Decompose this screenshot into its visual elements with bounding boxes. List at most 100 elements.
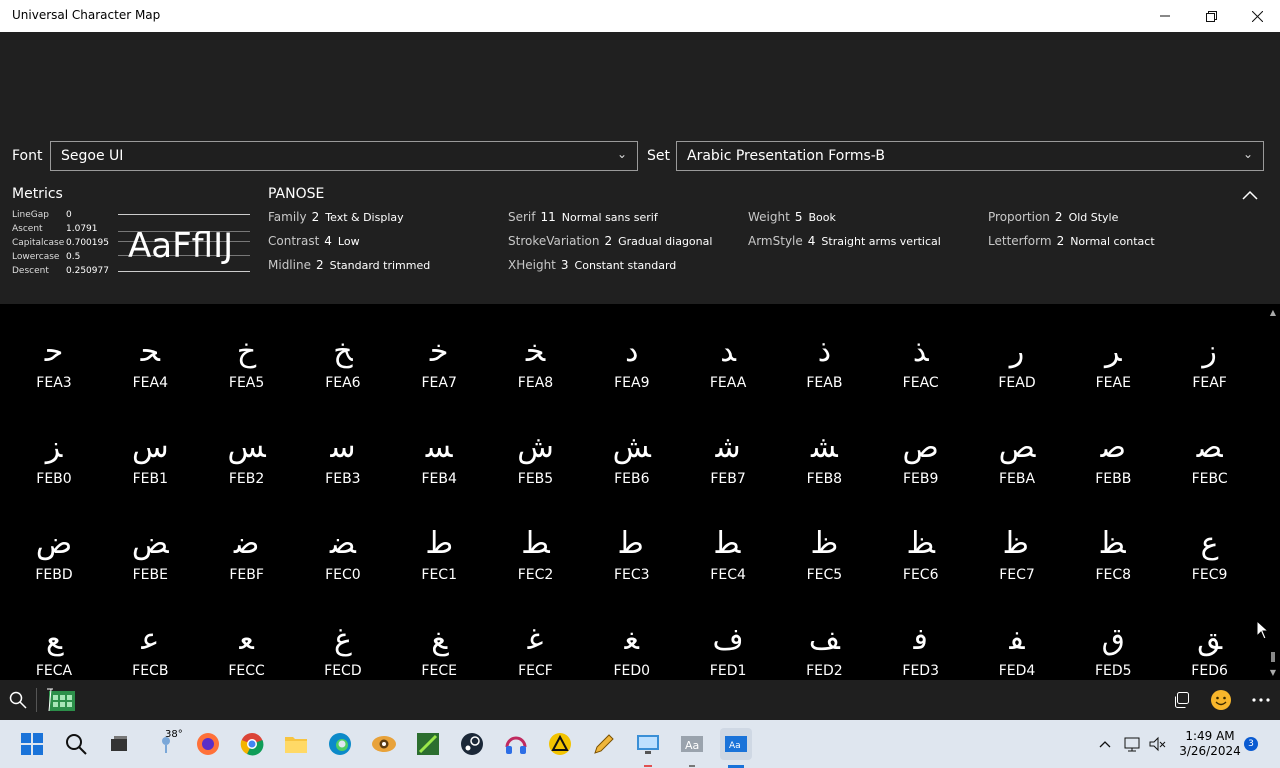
character-map-icon xyxy=(47,688,75,712)
character-cell[interactable]: ﺮ FEAE xyxy=(1065,306,1161,402)
scrollbar-thumb[interactable] xyxy=(1271,652,1275,662)
character-glyph: ﻁ xyxy=(425,526,454,561)
file-explorer-button[interactable] xyxy=(280,728,312,760)
scroll-down-icon[interactable]: ▼ xyxy=(1266,666,1280,680)
network-icon xyxy=(1124,737,1140,752)
app-eye-button[interactable] xyxy=(368,728,400,760)
character-cell[interactable]: ﻍ FECD xyxy=(295,594,391,680)
character-cell[interactable]: ﺭ FEAD xyxy=(969,306,1065,402)
character-cell[interactable]: ﺿ FEBF xyxy=(199,498,295,594)
pencil-app-button[interactable] xyxy=(588,728,620,760)
minimize-button[interactable] xyxy=(1142,0,1188,32)
character-cell[interactable]: ﺻ FEBB xyxy=(1065,402,1161,498)
character-cell[interactable]: ﺫ FEAB xyxy=(776,306,872,402)
character-cell[interactable]: ﺬ FEAC xyxy=(873,306,969,402)
character-cell[interactable]: ﻕ FED5 xyxy=(1065,594,1161,680)
character-cell[interactable]: ﺦ FEA6 xyxy=(295,306,391,402)
app-triangle-button[interactable] xyxy=(544,728,576,760)
character-cell[interactable]: ﻉ FEC9 xyxy=(1162,498,1258,594)
character-cell[interactable]: ﺯ FEAF xyxy=(1162,306,1258,402)
character-cell[interactable]: ﻃ FEC3 xyxy=(584,498,680,594)
clock[interactable]: 1:49 AM 3/26/2024 xyxy=(1170,729,1250,759)
edge-button[interactable] xyxy=(324,728,356,760)
task-view-button[interactable] xyxy=(103,728,135,760)
character-cell[interactable]: ﻖ FED6 xyxy=(1162,594,1258,680)
character-cell[interactable]: ﻊ FECA xyxy=(6,594,102,680)
network-button[interactable] xyxy=(1122,720,1144,768)
character-cell[interactable]: ﻅ FEC5 xyxy=(776,498,872,594)
firefox-button[interactable] xyxy=(192,728,224,760)
panose-item: Family 2 Text & Display xyxy=(268,210,404,224)
character-cell[interactable]: ﺳ FEB3 xyxy=(295,402,391,498)
character-cell[interactable]: ﺧ FEA7 xyxy=(391,306,487,402)
character-code: FEAB xyxy=(806,375,843,391)
restore-button[interactable] xyxy=(1188,0,1234,32)
set-dropdown[interactable]: Arabic Presentation Forms-B ⌄ xyxy=(676,141,1264,171)
copy-button[interactable] xyxy=(1166,685,1196,715)
character-cell[interactable]: ﺼ FEBC xyxy=(1162,402,1258,498)
character-cell[interactable]: ﺨ FEA8 xyxy=(488,306,584,402)
character-cell[interactable]: ﺣ FEA3 xyxy=(6,306,102,402)
character-cell[interactable]: ﻋ FECB xyxy=(102,594,198,680)
taskbar-search-button[interactable] xyxy=(60,728,92,760)
app-icon-button[interactable] xyxy=(44,685,78,715)
speaker-muted-icon xyxy=(1149,736,1166,752)
search-icon xyxy=(9,691,27,709)
character-cell[interactable]: ﻈ FEC8 xyxy=(1065,498,1161,594)
font-dropdown[interactable]: Segoe UI ⌄ xyxy=(50,141,638,171)
character-cell[interactable]: ﺤ FEA4 xyxy=(102,306,198,402)
character-cell[interactable]: ﺲ FEB2 xyxy=(199,402,295,498)
character-cell[interactable]: ﺱ FEB1 xyxy=(102,402,198,498)
search-button[interactable] xyxy=(3,685,33,715)
monitor-app-button[interactable] xyxy=(632,728,664,760)
character-cell[interactable]: ﺾ FEBE xyxy=(102,498,198,594)
character-cell[interactable]: ﻏ FECF xyxy=(488,594,584,680)
character-cell[interactable]: ﺽ FEBD xyxy=(6,498,102,594)
close-button[interactable] xyxy=(1234,0,1280,32)
steam-button[interactable] xyxy=(456,728,488,760)
character-cell[interactable]: ﻎ FECE xyxy=(391,594,487,680)
character-cell[interactable]: ﻆ FEC6 xyxy=(873,498,969,594)
weather-widget[interactable]: 38° xyxy=(148,728,184,760)
character-cell[interactable]: ﺪ FEAA xyxy=(680,306,776,402)
character-cell[interactable]: ﺵ FEB5 xyxy=(488,402,584,498)
character-cell[interactable]: ﻐ FED0 xyxy=(584,594,680,680)
tray-overflow-button[interactable] xyxy=(1096,720,1114,768)
start-button[interactable] xyxy=(16,728,48,760)
character-cell[interactable]: ﺹ FEB9 xyxy=(873,402,969,498)
character-cell[interactable]: ﻔ FED4 xyxy=(969,594,1065,680)
notification-badge[interactable]: 3 xyxy=(1244,737,1258,751)
more-options-button[interactable] xyxy=(1246,685,1276,715)
headphones-app-button[interactable] xyxy=(500,728,532,760)
character-cell[interactable]: ﻀ FEC0 xyxy=(295,498,391,594)
character-cell[interactable]: ﺸ FEB8 xyxy=(776,402,872,498)
character-code: FEB9 xyxy=(902,471,939,487)
character-cell[interactable]: ﻇ FEC7 xyxy=(969,498,1065,594)
font-app-button[interactable]: Aa xyxy=(676,728,708,760)
character-cell[interactable]: ﺰ FEB0 xyxy=(6,402,102,498)
character-glyph: ﺳ xyxy=(330,430,356,465)
app-green-button[interactable] xyxy=(412,728,444,760)
character-cell[interactable]: ﺩ FEA9 xyxy=(584,306,680,402)
panose-item: Serif 11 Normal sans serif xyxy=(508,210,658,224)
character-cell[interactable]: ﺺ FEBA xyxy=(969,402,1065,498)
character-map-taskbar-button[interactable]: Aa xyxy=(720,728,752,760)
character-cell[interactable]: ﺴ FEB4 xyxy=(391,402,487,498)
character-cell[interactable]: ﻑ FED1 xyxy=(680,594,776,680)
character-cell[interactable]: ﻌ FECC xyxy=(199,594,295,680)
set-label: Set xyxy=(647,148,670,164)
chrome-button[interactable] xyxy=(236,728,268,760)
character-cell[interactable]: ﺶ FEB6 xyxy=(584,402,680,498)
character-cell[interactable]: ﻄ FEC4 xyxy=(680,498,776,594)
character-cell[interactable]: ﻒ FED2 xyxy=(776,594,872,680)
character-cell[interactable]: ﺷ FEB7 xyxy=(680,402,776,498)
volume-button[interactable] xyxy=(1146,720,1168,768)
character-cell[interactable]: ﻓ FED3 xyxy=(873,594,969,680)
scroll-up-icon[interactable]: ▲ xyxy=(1266,306,1280,320)
character-cell[interactable]: ﻁ FEC1 xyxy=(391,498,487,594)
emoji-button[interactable] xyxy=(1206,685,1236,715)
collapse-details-button[interactable] xyxy=(1240,186,1260,204)
character-cell[interactable]: ﺥ FEA5 xyxy=(199,306,295,402)
character-cell[interactable]: ﻂ FEC2 xyxy=(488,498,584,594)
copy-icon xyxy=(1175,692,1189,708)
